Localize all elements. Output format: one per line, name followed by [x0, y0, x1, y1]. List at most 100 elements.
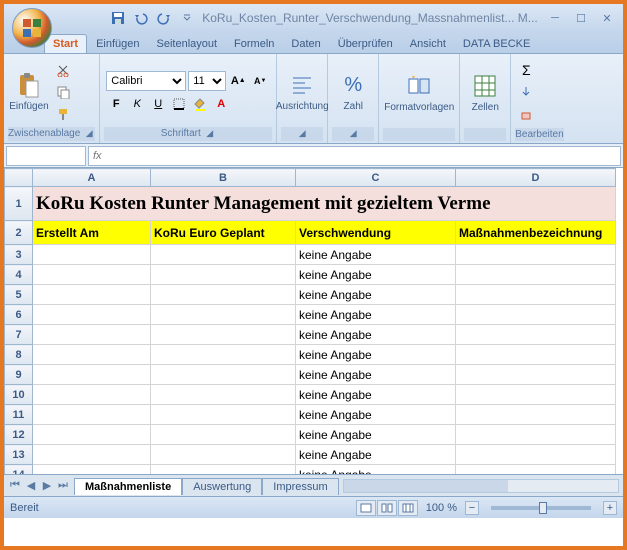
header-cell-1[interactable]: KoRu Euro Geplant — [151, 221, 296, 245]
row-header-6[interactable]: 6 — [5, 305, 33, 325]
clipboard-dialog-launcher-icon[interactable]: ◢ — [83, 128, 95, 140]
cell-13-C[interactable]: keine Angabe — [296, 445, 456, 465]
row-header-9[interactable]: 9 — [5, 365, 33, 385]
save-icon[interactable] — [108, 8, 128, 28]
border-icon[interactable] — [169, 95, 189, 113]
alignment-button[interactable]: Ausrichtung — [281, 69, 323, 114]
cell-14-C[interactable]: keine Angabe — [296, 465, 456, 475]
cut-icon[interactable] — [52, 60, 74, 80]
font-size-select[interactable]: 11 — [188, 71, 226, 91]
close-button[interactable]: ✕ — [595, 9, 619, 27]
cell-6-B[interactable] — [151, 305, 296, 325]
tab-nav-next-icon[interactable]: ▶ — [39, 478, 55, 494]
ribbon-tab-ansicht[interactable]: Ansicht — [402, 35, 454, 53]
cell-13-A[interactable] — [33, 445, 151, 465]
row-header-2[interactable]: 2 — [5, 221, 33, 245]
row-header-4[interactable]: 4 — [5, 265, 33, 285]
col-header-A[interactable]: A — [33, 169, 151, 187]
ribbon-tab-seitenlayout[interactable]: Seitenlayout — [149, 35, 226, 53]
italic-icon[interactable]: K — [127, 95, 147, 113]
font-dialog-launcher-icon[interactable]: ◢ — [204, 128, 216, 140]
cell-12-C[interactable]: keine Angabe — [296, 425, 456, 445]
horizontal-scrollbar[interactable] — [343, 479, 619, 493]
cell-7-C[interactable]: keine Angabe — [296, 325, 456, 345]
formula-input[interactable]: fx — [88, 146, 621, 166]
cells-button[interactable]: Zellen — [464, 70, 506, 115]
row-header-11[interactable]: 11 — [5, 405, 33, 425]
font-color-icon[interactable]: A — [211, 95, 231, 113]
ribbon-tab-einfügen[interactable]: Einfügen — [88, 35, 147, 53]
cell-7-A[interactable] — [33, 325, 151, 345]
cell-8-D[interactable] — [456, 345, 616, 365]
row-header-3[interactable]: 3 — [5, 245, 33, 265]
cell-7-D[interactable] — [456, 325, 616, 345]
cell-8-A[interactable] — [33, 345, 151, 365]
cell-6-A[interactable] — [33, 305, 151, 325]
cell-10-A[interactable] — [33, 385, 151, 405]
col-header-D[interactable]: D — [456, 169, 616, 187]
row-header-8[interactable]: 8 — [5, 345, 33, 365]
sheet-tab-auswertung[interactable]: Auswertung — [182, 478, 262, 495]
cell-14-D[interactable] — [456, 465, 616, 475]
font-name-select[interactable]: Calibri — [106, 71, 186, 91]
cell-8-C[interactable]: keine Angabe — [296, 345, 456, 365]
cell-9-A[interactable] — [33, 365, 151, 385]
col-header-C[interactable]: C — [296, 169, 456, 187]
minimize-button[interactable]: ─ — [543, 9, 567, 27]
cell-6-D[interactable] — [456, 305, 616, 325]
fill-color-icon[interactable] — [190, 95, 210, 113]
sheet-tab-impressum[interactable]: Impressum — [262, 478, 338, 495]
row-header-10[interactable]: 10 — [5, 385, 33, 405]
cell-9-B[interactable] — [151, 365, 296, 385]
tab-nav-prev-icon[interactable]: ◀ — [23, 478, 39, 494]
cell-12-A[interactable] — [33, 425, 151, 445]
clear-icon[interactable] — [515, 104, 537, 124]
underline-icon[interactable]: U — [148, 95, 168, 113]
redo-icon[interactable] — [154, 8, 174, 28]
styles-button[interactable]: Formatvorlagen — [383, 70, 455, 115]
col-header-B[interactable]: B — [151, 169, 296, 187]
row-header-1[interactable]: 1 — [5, 187, 33, 221]
format-painter-icon[interactable] — [52, 104, 74, 124]
grow-font-icon[interactable]: A▲ — [228, 72, 248, 90]
title-cell[interactable]: KoRu Kosten Runter Management mit geziel… — [33, 187, 616, 221]
cell-13-B[interactable] — [151, 445, 296, 465]
autosum-icon[interactable]: Σ — [515, 60, 537, 80]
office-button[interactable] — [12, 8, 52, 48]
cell-14-B[interactable] — [151, 465, 296, 475]
paste-button[interactable]: Einfügen — [8, 69, 50, 114]
cell-10-D[interactable] — [456, 385, 616, 405]
sheet-tab-maßnahmenliste[interactable]: Maßnahmenliste — [74, 478, 182, 495]
number-button[interactable]: % Zahl — [332, 69, 374, 114]
ribbon-tab-überprüfen[interactable]: Überprüfen — [330, 35, 401, 53]
header-cell-2[interactable]: Verschwendung — [296, 221, 456, 245]
cell-11-A[interactable] — [33, 405, 151, 425]
row-header-13[interactable]: 13 — [5, 445, 33, 465]
cell-11-B[interactable] — [151, 405, 296, 425]
ribbon-tab-daten[interactable]: Daten — [283, 35, 328, 53]
row-header-7[interactable]: 7 — [5, 325, 33, 345]
name-box[interactable] — [6, 146, 86, 166]
row-header-12[interactable]: 12 — [5, 425, 33, 445]
cell-4-C[interactable]: keine Angabe — [296, 265, 456, 285]
zoom-out-button[interactable]: − — [465, 501, 479, 515]
cell-3-C[interactable]: keine Angabe — [296, 245, 456, 265]
maximize-button[interactable]: ☐ — [569, 9, 593, 27]
zoom-slider[interactable] — [491, 506, 591, 510]
cell-13-D[interactable] — [456, 445, 616, 465]
tab-nav-first-icon[interactable]: ⏮ — [7, 478, 23, 494]
row-header-14[interactable]: 14 — [5, 465, 33, 475]
cell-7-B[interactable] — [151, 325, 296, 345]
cell-3-A[interactable] — [33, 245, 151, 265]
cell-3-D[interactable] — [456, 245, 616, 265]
cell-12-B[interactable] — [151, 425, 296, 445]
cell-5-B[interactable] — [151, 285, 296, 305]
undo-icon[interactable] — [131, 8, 151, 28]
ribbon-tab-formeln[interactable]: Formeln — [226, 35, 282, 53]
bold-icon[interactable]: F — [106, 95, 126, 113]
qat-dropdown-icon[interactable] — [177, 8, 197, 28]
view-page-layout-icon[interactable] — [377, 500, 397, 516]
cell-3-B[interactable] — [151, 245, 296, 265]
header-cell-0[interactable]: Erstellt Am — [33, 221, 151, 245]
cell-5-C[interactable]: keine Angabe — [296, 285, 456, 305]
